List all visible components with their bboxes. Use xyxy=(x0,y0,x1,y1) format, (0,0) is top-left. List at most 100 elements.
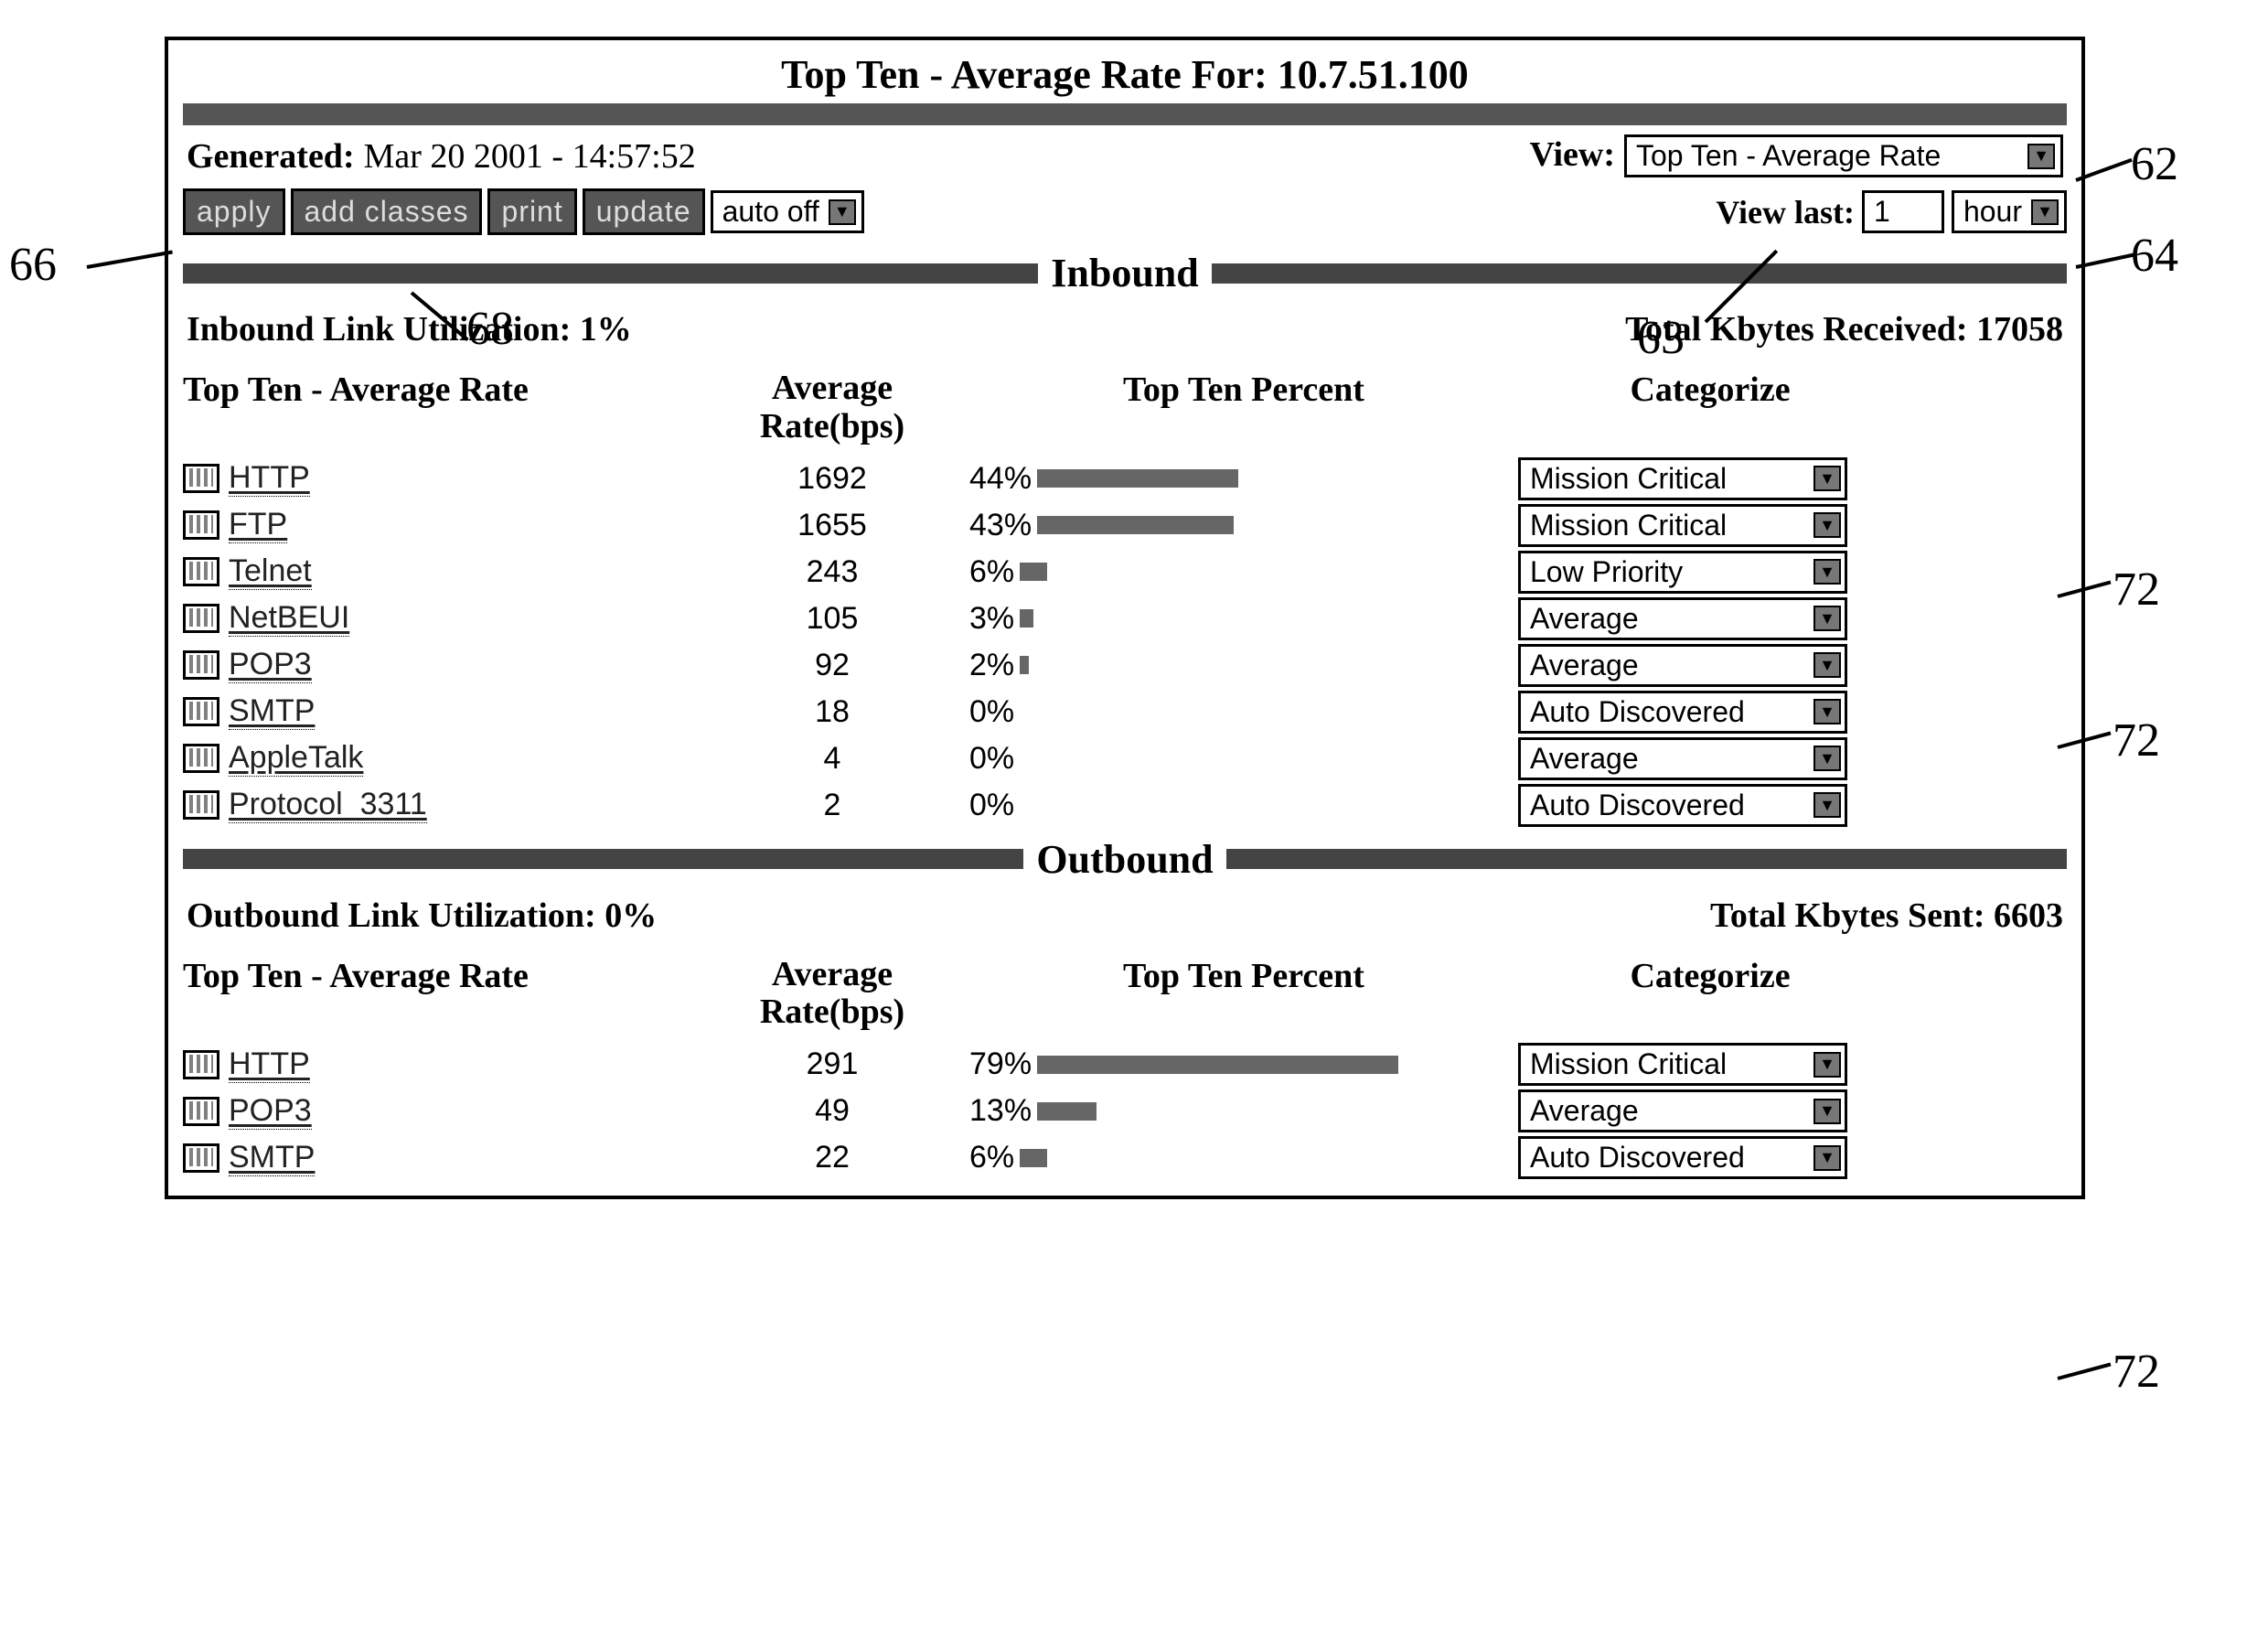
table-row: AppleTalk40%Average▼ xyxy=(183,735,2067,782)
inbound-heading-band: Inbound xyxy=(183,250,2067,296)
protocol-link[interactable]: SMTP xyxy=(229,693,315,730)
categorize-select[interactable]: Auto Discovered▼ xyxy=(1518,1136,1847,1179)
rate-cell: 2 xyxy=(713,788,951,823)
protocol-link[interactable]: HTTP xyxy=(229,1046,310,1083)
auto-refresh-select[interactable]: auto off ▼ xyxy=(711,190,864,233)
percent-label: 6% xyxy=(969,1140,1014,1175)
protocol-link[interactable]: HTTP xyxy=(229,460,310,497)
auto-refresh-value: auto off xyxy=(722,195,819,229)
categorize-value: Mission Critical xyxy=(1530,509,1727,542)
chart-icon[interactable] xyxy=(183,744,219,773)
categorize-select[interactable]: Mission Critical ▼ xyxy=(1518,1043,1847,1086)
chevron-down-icon: ▼ xyxy=(1813,1052,1841,1078)
view-select[interactable]: Top Ten - Average Rate ▼ xyxy=(1624,134,2063,177)
apply-button[interactable]: apply xyxy=(183,188,285,235)
percent-bar xyxy=(1037,516,1234,534)
chevron-down-icon: ▼ xyxy=(2031,199,2059,225)
view-last-label: View last: xyxy=(1716,193,1855,231)
protocol-link[interactable]: NetBEUI xyxy=(229,600,349,637)
categorize-value: Mission Critical xyxy=(1530,462,1727,496)
view-last-value-input[interactable]: 1 xyxy=(1862,190,1944,233)
categorize-value: Auto Discovered xyxy=(1530,1141,1745,1175)
protocol-link[interactable]: FTP xyxy=(229,507,287,543)
callout-66: 66 xyxy=(9,238,57,292)
table-row: POP34913%Average▼ xyxy=(183,1088,2067,1134)
table-row: Telnet2436%Low Priority▼ xyxy=(183,549,2067,596)
col-rate-header-1: Average xyxy=(713,370,951,408)
update-button[interactable]: update xyxy=(583,188,705,235)
percent-bar xyxy=(1020,656,1029,674)
categorize-select[interactable]: Average▼ xyxy=(1518,597,1847,640)
categorize-value: Average xyxy=(1530,1094,1639,1128)
col-rate-header-1: Average xyxy=(713,956,951,994)
rate-cell: 1655 xyxy=(713,508,951,543)
add-classes-button[interactable]: add classes xyxy=(291,188,483,235)
protocol-link[interactable]: SMTP xyxy=(229,1140,315,1176)
callout-63: 63 xyxy=(1637,311,1685,365)
categorize-value: Mission Critical xyxy=(1530,1047,1727,1081)
protocol-link[interactable]: Protocol_3311 xyxy=(229,787,427,823)
chart-icon[interactable] xyxy=(183,1143,219,1173)
percent-label: 0% xyxy=(969,788,1014,823)
chart-icon[interactable] xyxy=(183,650,219,680)
percent-bar xyxy=(1037,469,1238,488)
chart-icon[interactable] xyxy=(183,1097,219,1126)
categorize-select[interactable]: Auto Discovered▼ xyxy=(1518,691,1847,734)
categorize-select[interactable]: Average▼ xyxy=(1518,737,1847,780)
outbound-util-label: Outbound Link Utilization: xyxy=(187,896,596,935)
outbound-heading-band: Outbound xyxy=(183,836,2067,883)
generated-label: Generated: xyxy=(187,136,355,177)
chart-icon[interactable] xyxy=(183,1050,219,1079)
col-pct-header: Top Ten Percent xyxy=(951,370,1518,446)
percent-label: 79% xyxy=(969,1046,1032,1082)
chart-icon[interactable] xyxy=(183,697,219,726)
protocol-link[interactable]: POP3 xyxy=(229,647,312,683)
protocol-link[interactable]: Telnet xyxy=(229,553,312,590)
categorize-select[interactable]: Auto Discovered▼ xyxy=(1518,784,1847,827)
page-title: Top Ten - Average Rate For: 10.7.51.100 xyxy=(183,48,2067,103)
callout-72: 72 xyxy=(2113,1345,2160,1399)
chevron-down-icon: ▼ xyxy=(1813,652,1841,678)
rate-cell: 4 xyxy=(713,741,951,777)
categorize-value: Average xyxy=(1530,649,1639,682)
chart-icon[interactable] xyxy=(183,604,219,633)
rate-cell: 243 xyxy=(713,554,951,590)
print-button[interactable]: print xyxy=(487,188,576,235)
col-cat-header: Categorize xyxy=(1518,956,1902,1033)
percent-bar xyxy=(1037,1102,1097,1121)
chevron-down-icon: ▼ xyxy=(1813,792,1841,818)
inbound-util-value: 1% xyxy=(580,310,632,349)
categorize-select[interactable]: Low Priority ▼ xyxy=(1518,551,1847,594)
chart-icon[interactable] xyxy=(183,790,219,820)
callout-72: 72 xyxy=(2113,563,2160,617)
categorize-value: Low Priority xyxy=(1530,555,1683,589)
rate-cell: 18 xyxy=(713,694,951,730)
percent-bar xyxy=(1020,563,1047,581)
categorize-select[interactable]: Mission Critical▼ xyxy=(1518,457,1847,500)
view-label: View: xyxy=(1529,134,1615,175)
table-row: SMTP226%Auto Discovered▼ xyxy=(183,1134,2067,1181)
view-select-value: Top Ten - Average Rate xyxy=(1636,139,1941,173)
percent-label: 43% xyxy=(969,508,1032,543)
categorize-select[interactable]: Mission Critical▼ xyxy=(1518,504,1847,547)
chart-icon[interactable] xyxy=(183,464,219,493)
inbound-table-body: HTTP169244%Mission Critical▼FTP165543%Mi… xyxy=(183,456,2067,829)
chart-icon[interactable] xyxy=(183,510,219,540)
outbound-util-value: 0% xyxy=(604,896,657,935)
report-panel: Top Ten - Average Rate For: 10.7.51.100 … xyxy=(165,37,2085,1199)
percent-label: 0% xyxy=(969,694,1014,730)
protocol-link[interactable]: POP3 xyxy=(229,1093,312,1130)
view-last-unit-value: hour xyxy=(1963,195,2022,229)
chart-icon[interactable] xyxy=(183,557,219,586)
chevron-down-icon: ▼ xyxy=(1813,699,1841,724)
table-row: HTTP29179%Mission Critical▼ xyxy=(183,1041,2067,1088)
view-last-unit-select[interactable]: hour ▼ xyxy=(1952,190,2067,233)
categorize-select[interactable]: Average▼ xyxy=(1518,1089,1847,1132)
percent-label: 2% xyxy=(969,648,1014,683)
protocol-link[interactable]: AppleTalk xyxy=(229,740,363,777)
percent-label: 13% xyxy=(969,1093,1032,1129)
categorize-select[interactable]: Average ▼ xyxy=(1518,644,1847,687)
chevron-down-icon: ▼ xyxy=(1813,559,1841,585)
col-name-header: Top Ten - Average Rate xyxy=(183,956,713,1033)
rate-cell: 1692 xyxy=(713,461,951,497)
